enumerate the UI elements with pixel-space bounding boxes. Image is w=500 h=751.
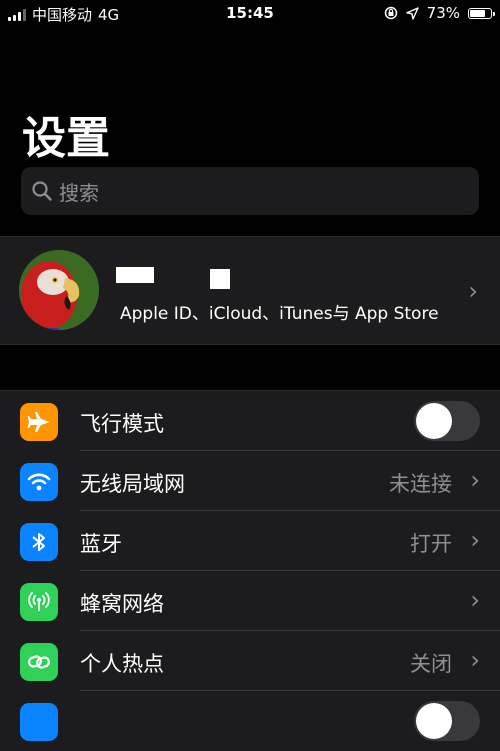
apple-id-profile-cell[interactable]: Apple ID、iCloud、iTunes与 App Store › [0,236,500,345]
battery-icon [468,7,495,19]
chevron-right-icon: › [468,277,478,305]
redacted-name-part-1 [116,267,154,283]
settings-row-cellular[interactable]: 蜂窝网络 › [0,571,500,631]
settings-row-airplane-mode[interactable]: 飞行模式 [0,391,500,451]
page-title: 设置 [22,113,110,164]
wifi-icon [20,463,58,501]
bluetooth-icon [20,523,58,561]
settings-row-partial[interactable] [0,691,500,751]
settings-row-label: 蜂窝网络 [80,592,164,616]
settings-row-hotspot[interactable]: 个人热点 关闭 › [0,631,500,691]
settings-row-value: 打开 [410,532,452,556]
settings-row-label: 飞行模式 [80,412,164,436]
settings-list: 飞行模式 无线局域网 未连接 › 蓝牙 打开 › 蜂窝网络 › 个人热点 关闭 … [0,390,500,751]
status-bar: 中国移动 4G 15:45 73% [0,0,500,26]
settings-row-label: 无线局域网 [80,472,185,496]
search-placeholder: 搜索 [59,180,99,205]
settings-row-label: 蓝牙 [80,532,122,556]
battery-percent: 73% [426,4,460,22]
chevron-right-icon: › [470,646,480,674]
settings-row-wifi[interactable]: 无线局域网 未连接 › [0,451,500,511]
chevron-right-icon: › [470,526,480,554]
partial-toggle[interactable] [414,701,480,741]
hotspot-icon [20,643,58,681]
chevron-right-icon: › [470,586,480,614]
orientation-lock-icon [384,6,397,20]
chevron-right-icon: › [470,466,480,494]
settings-row-label: 个人热点 [80,652,164,676]
profile-subtitle: Apple ID、iCloud、iTunes与 App Store [120,304,439,324]
status-right: 73% [384,4,495,22]
location-arrow-icon [405,6,419,20]
cellular-icon [20,583,58,621]
redacted-name-part-2 [210,269,230,289]
settings-icon-partial [20,703,58,741]
settings-row-value: 未连接 [389,472,452,496]
airplane-icon [20,403,58,441]
airplane-mode-toggle[interactable] [414,401,480,441]
search-input[interactable]: 搜索 [21,167,479,215]
search-icon [32,181,52,201]
settings-row-bluetooth[interactable]: 蓝牙 打开 › [0,511,500,571]
settings-row-value: 关闭 [410,652,452,676]
avatar [19,250,99,330]
